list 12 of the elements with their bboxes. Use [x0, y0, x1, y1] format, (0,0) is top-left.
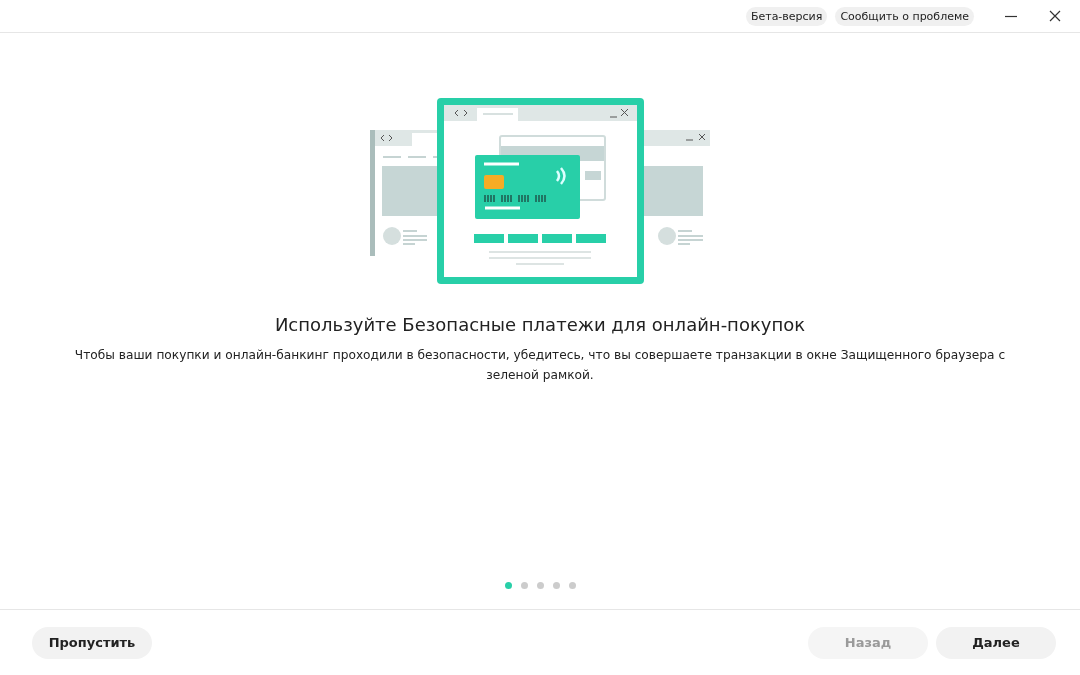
description-text: Чтобы ваши покупки и онлайн-банкинг проходили в безопасности, убедитесь, что вы совершаете транзакции в окне Защищенного браузера с зеленой рамкой. — [73, 347, 1007, 384]
header-link[interactable]: Бета-версия — [745, 6, 828, 26]
pager-dot[interactable] — [568, 582, 576, 589]
skip-button[interactable]: Пропустить — [32, 626, 152, 659]
pager-dot[interactable] — [520, 582, 528, 589]
page-title: Используйте Безопасные платежи для онлайн-покупок — [274, 314, 806, 335]
pager-dot[interactable] — [552, 582, 560, 589]
next-button[interactable]: Далее — [936, 626, 1056, 659]
close-icon[interactable] — [1048, 9, 1062, 23]
pager-dot[interactable] — [504, 582, 512, 589]
header-link[interactable]: Сообщить о проблеме — [835, 6, 974, 26]
pager-dot[interactable] — [536, 582, 544, 589]
